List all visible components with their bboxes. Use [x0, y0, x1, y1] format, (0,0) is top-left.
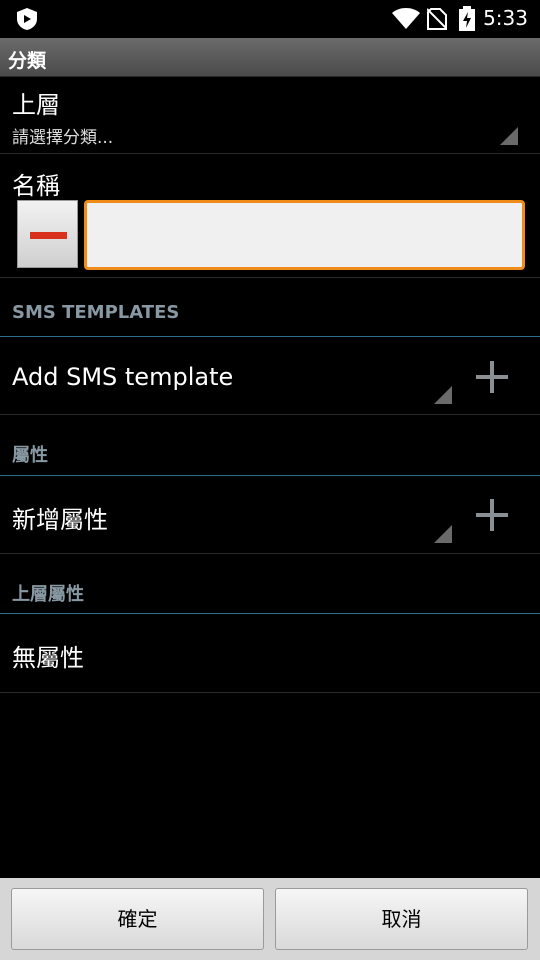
clock: 5:33 [483, 6, 528, 30]
page-title: 分類 [8, 50, 47, 72]
app-shield-icon [17, 8, 37, 30]
spinner-arrow-icon [500, 127, 518, 145]
plus-icon[interactable] [474, 497, 510, 533]
battery-charging-icon [459, 6, 475, 31]
add-sms-template-label: Add SMS template [12, 363, 234, 391]
name-label: 名稱 [12, 172, 60, 200]
wifi-icon [392, 8, 420, 29]
parent-label: 上層 [12, 91, 60, 119]
attributes-header: 屬性 [12, 445, 48, 466]
no-attributes-text: 無屬性 [12, 644, 84, 672]
confirm-button[interactable]: 確定 [11, 888, 264, 950]
plus-icon[interactable] [474, 359, 510, 395]
cancel-button[interactable]: 取消 [275, 888, 528, 950]
parent-category-spinner[interactable]: 上層 請選擇分類... [0, 77, 540, 153]
divider [0, 692, 540, 693]
divider [0, 553, 540, 554]
add-attribute-label: 新增屬性 [12, 506, 108, 534]
add-attribute-row[interactable]: 新增屬性 [0, 476, 540, 553]
spinner-arrow-icon [434, 525, 452, 543]
status-bar: 5:33 [0, 0, 540, 38]
parent-selected-value: 請選擇分類... [12, 128, 114, 148]
divider [0, 414, 540, 415]
remove-button[interactable] [17, 200, 78, 268]
spinner-arrow-icon [434, 386, 452, 404]
minus-icon [30, 232, 67, 239]
title-bar: 分類 [0, 38, 540, 77]
section-divider [0, 613, 540, 614]
add-sms-template-row[interactable]: Add SMS template [0, 337, 540, 414]
parent-attributes-header: 上層屬性 [12, 584, 84, 605]
name-input[interactable] [84, 200, 525, 270]
button-bar: 確定 取消 [0, 878, 540, 960]
divider [0, 277, 540, 278]
sms-templates-header: SMS TEMPLATES [12, 302, 180, 323]
no-sim-icon [427, 8, 447, 30]
divider [0, 153, 540, 154]
